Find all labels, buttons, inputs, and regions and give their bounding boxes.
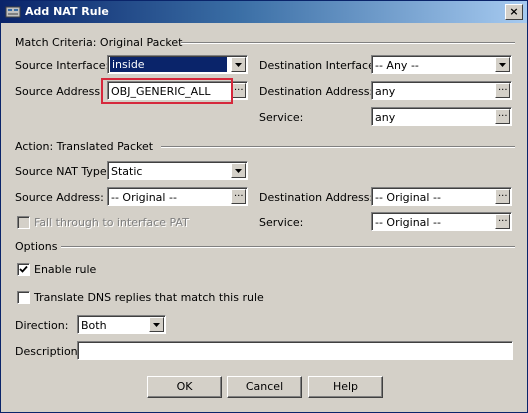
description-input[interactable] xyxy=(77,341,513,360)
match-service-label: Service: xyxy=(259,111,304,124)
action-destination-address-browse-button[interactable]: ... xyxy=(495,188,510,204)
ellipsis-icon: ... xyxy=(498,188,508,199)
translate-dns-checkbox[interactable] xyxy=(17,291,30,304)
enable-rule-label: Enable rule xyxy=(34,263,97,276)
source-interface-label: Source Interface: xyxy=(15,59,110,72)
source-interface-dropdown-button[interactable] xyxy=(231,57,246,72)
window-title: Add NAT Rule xyxy=(25,5,109,18)
title-bar[interactable]: Add NAT Rule × xyxy=(1,1,527,23)
direction-value: Both xyxy=(81,319,107,332)
translate-dns-label: Translate DNS replies that match this ru… xyxy=(34,291,264,304)
direction-select[interactable]: Both xyxy=(77,315,166,334)
match-destination-address-value: any xyxy=(375,85,396,98)
ellipsis-icon: ... xyxy=(234,82,244,93)
action-separator xyxy=(161,146,515,148)
match-source-address-label: Source Address: xyxy=(15,85,104,98)
destination-interface-value: -- Any -- xyxy=(375,59,419,72)
checkmark-icon xyxy=(19,265,28,273)
chevron-down-icon xyxy=(153,323,160,327)
match-service-input[interactable]: any ... xyxy=(371,107,512,126)
add-nat-rule-dialog: Add NAT Rule × Match Criteria: Original … xyxy=(0,0,528,413)
match-destination-address-browse-button[interactable]: ... xyxy=(495,82,510,98)
nat-rule-icon xyxy=(5,4,21,20)
enable-rule-checkbox[interactable] xyxy=(17,263,30,276)
ok-button[interactable]: OK xyxy=(147,376,222,398)
match-service-browse-button[interactable]: ... xyxy=(495,108,510,124)
options-heading: Options xyxy=(15,240,58,253)
match-source-address-browse-button[interactable]: ... xyxy=(231,82,246,98)
close-icon: × xyxy=(509,5,519,18)
action-destination-address-input[interactable]: -- Original -- ... xyxy=(371,187,512,206)
action-service-input[interactable]: -- Original -- ... xyxy=(371,212,512,231)
action-service-label: Service: xyxy=(259,216,304,229)
destination-interface-dropdown-button[interactable] xyxy=(495,57,510,72)
destination-interface-select[interactable]: -- Any -- xyxy=(371,55,512,74)
action-source-address-value: -- Original -- xyxy=(111,191,177,204)
close-button[interactable]: × xyxy=(505,4,523,20)
destination-interface-label: Destination Interface: xyxy=(259,59,379,72)
action-source-address-browse-button[interactable]: ... xyxy=(231,188,246,204)
fall-through-checkbox[interactable] xyxy=(17,216,30,229)
action-destination-address-label: Destination Address: xyxy=(259,191,374,204)
options-separator xyxy=(61,246,515,248)
action-service-value: -- Original -- xyxy=(375,216,441,229)
fall-through-label: Fall through to interface PAT xyxy=(34,216,189,229)
cancel-button[interactable]: Cancel xyxy=(227,376,302,398)
action-heading: Action: Translated Packet xyxy=(15,140,154,153)
action-service-browse-button[interactable]: ... xyxy=(495,213,510,229)
action-source-address-label: Source Address: xyxy=(15,191,104,204)
ellipsis-icon: ... xyxy=(498,213,508,224)
source-nat-type-value: Static xyxy=(111,165,143,178)
description-label: Description: xyxy=(15,345,82,358)
help-button[interactable]: Help xyxy=(308,376,383,398)
match-criteria-heading: Match Criteria: Original Packet xyxy=(15,36,183,49)
ellipsis-icon: ... xyxy=(498,82,508,93)
source-interface-select[interactable]: inside xyxy=(107,55,248,74)
source-interface-value: inside xyxy=(110,57,227,72)
action-destination-address-value: -- Original -- xyxy=(375,191,441,204)
match-service-value: any xyxy=(375,111,396,124)
direction-dropdown-button[interactable] xyxy=(149,317,164,332)
action-source-address-input[interactable]: -- Original -- ... xyxy=(107,187,248,206)
match-criteria-separator xyxy=(181,42,515,44)
direction-label: Direction: xyxy=(15,319,69,332)
source-nat-type-dropdown-button[interactable] xyxy=(231,163,246,178)
ellipsis-icon: ... xyxy=(234,188,244,199)
chevron-down-icon xyxy=(499,63,506,67)
chevron-down-icon xyxy=(235,63,242,67)
match-destination-address-input[interactable]: any ... xyxy=(371,81,512,100)
source-address-highlight xyxy=(101,78,233,104)
chevron-down-icon xyxy=(235,169,242,173)
source-nat-type-label: Source NAT Type: xyxy=(15,165,111,178)
source-nat-type-select[interactable]: Static xyxy=(107,161,248,180)
ellipsis-icon: ... xyxy=(498,108,508,119)
match-destination-address-label: Destination Address: xyxy=(259,85,374,98)
